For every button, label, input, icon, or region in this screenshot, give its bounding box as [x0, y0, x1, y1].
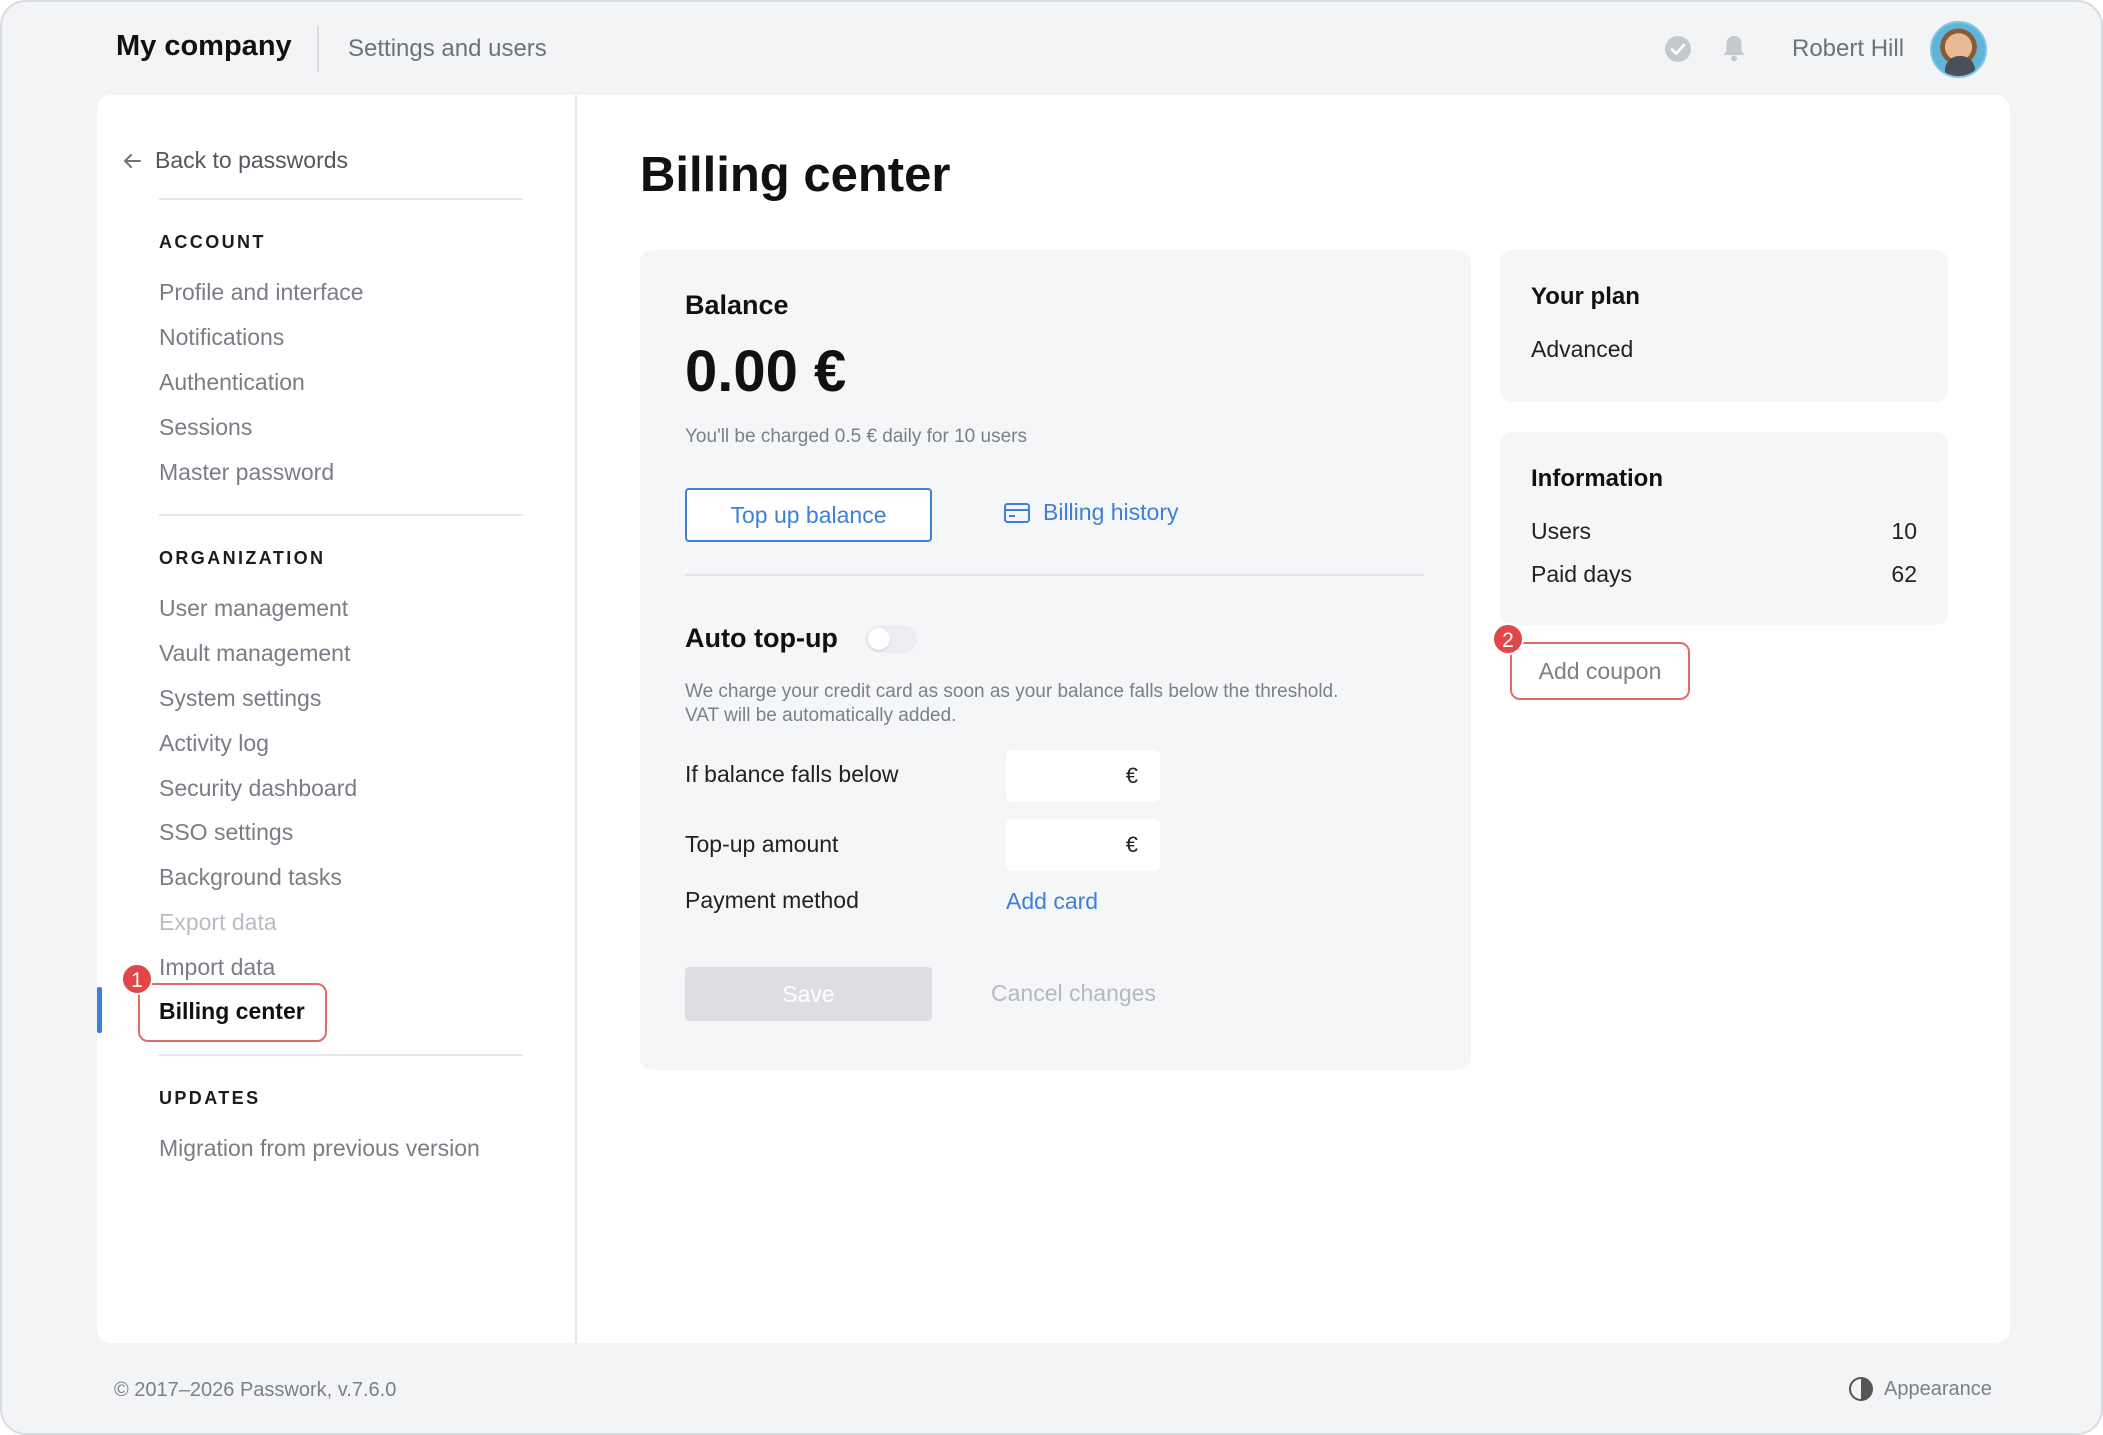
billing-history-label: Billing history — [1043, 499, 1179, 525]
step-badge-2: 2 — [1492, 623, 1524, 655]
charge-note: You'll be charged 0.5 € daily for 10 use… — [685, 426, 1027, 447]
sidebar-item-notifications[interactable]: Notifications — [159, 324, 284, 351]
balance-title: Balance — [685, 290, 789, 320]
balance-panel: Balance 0.00 € You'll be charged 0.5 € d… — [640, 250, 1471, 1070]
auto-topup-description-1: We charge your credit card as soon as yo… — [685, 681, 1339, 702]
user-name[interactable]: Robert Hill — [1792, 35, 1904, 63]
sidebar-item-background-tasks[interactable]: Background tasks — [159, 864, 342, 891]
auto-topup-description-2: VAT will be automatically added. — [685, 705, 957, 726]
panel-divider — [685, 574, 1424, 576]
sidebar-item-vault-management[interactable]: Vault management — [159, 640, 350, 667]
information-title: Information — [1531, 465, 1663, 492]
balance-amount: 0.00 € — [685, 339, 847, 404]
info-row-paid-days: Paid days 62 — [1531, 561, 1917, 588]
topup-amount-label: Top-up amount — [685, 831, 839, 857]
plan-title: Your plan — [1531, 283, 1640, 310]
add-card-link[interactable]: Add card — [1006, 888, 1098, 915]
bell-icon[interactable] — [1720, 33, 1748, 63]
group-title-updates: UPDATES — [159, 1088, 261, 1108]
contrast-icon — [1849, 1377, 1873, 1401]
information-panel: Information Users 10 Paid days 62 — [1500, 432, 1948, 625]
header-divider — [317, 26, 319, 72]
save-button[interactable]: Save — [685, 967, 932, 1021]
sidebar-item-activity-log[interactable]: Activity log — [159, 730, 269, 757]
sidebar-item-system-settings[interactable]: System settings — [159, 685, 321, 712]
check-circle-icon[interactable] — [1664, 35, 1692, 63]
info-row-users: Users 10 — [1531, 518, 1917, 545]
step-badge-1: 1 — [121, 963, 153, 995]
copyright: © 2017–2026 Passwork, v.7.6.0 — [114, 1379, 397, 1401]
group-title-organization: ORGANIZATION — [159, 548, 326, 568]
sidebar-divider — [159, 514, 523, 516]
back-to-passwords-link[interactable]: Back to passwords — [121, 147, 348, 174]
sidebar-divider — [159, 1054, 523, 1056]
sidebar-item-migration[interactable]: Migration from previous version — [159, 1135, 480, 1162]
sidebar-item-security-dashboard[interactable]: Security dashboard — [159, 775, 357, 802]
auto-topup-title: Auto top-up — [685, 623, 838, 653]
sidebar-item-user-management[interactable]: User management — [159, 595, 348, 622]
info-value: 62 — [1891, 561, 1917, 587]
plan-panel: Your plan Advanced — [1500, 250, 1948, 402]
sidebar-item-master-password[interactable]: Master password — [159, 459, 334, 486]
info-label: Paid days — [1531, 561, 1633, 587]
sidebar: Back to passwords ACCOUNT Profile and in… — [97, 95, 577, 1343]
credit-card-icon — [1004, 502, 1030, 523]
info-value: 10 — [1891, 518, 1917, 544]
add-coupon-button[interactable]: Add coupon — [1510, 642, 1690, 700]
app-window: My company Settings and users Robert Hil… — [0, 0, 2103, 1435]
sidebar-item-import-data[interactable]: Import data — [159, 954, 275, 981]
threshold-input[interactable]: € — [1006, 750, 1160, 802]
sidebar-item-billing-center[interactable]: Billing center — [159, 998, 305, 1025]
sidebar-item-profile[interactable]: Profile and interface — [159, 279, 364, 306]
active-indicator — [97, 987, 102, 1033]
payment-method-label: Payment method — [685, 887, 859, 913]
info-label: Users — [1531, 518, 1592, 544]
sidebar-item-authentication[interactable]: Authentication — [159, 369, 305, 396]
avatar[interactable] — [1930, 21, 1987, 78]
plan-name: Advanced — [1531, 336, 1634, 362]
top-bar: My company Settings and users Robert Hil… — [2, 2, 2101, 96]
sidebar-item-sessions[interactable]: Sessions — [159, 414, 252, 441]
topup-amount-input[interactable]: € — [1006, 819, 1160, 871]
section-title: Settings and users — [348, 35, 547, 62]
threshold-label: If balance falls below — [685, 761, 899, 787]
group-title-account: ACCOUNT — [159, 232, 266, 252]
appearance-label: Appearance — [1884, 1377, 1992, 1400]
sidebar-item-sso-settings[interactable]: SSO settings — [159, 819, 293, 846]
cancel-changes-button[interactable]: Cancel changes — [991, 980, 1156, 1007]
arrow-left-icon — [124, 153, 141, 168]
top-up-balance-button[interactable]: Top up balance — [685, 488, 932, 542]
auto-topup-toggle[interactable] — [865, 625, 917, 653]
main-card: Back to passwords ACCOUNT Profile and in… — [97, 95, 2010, 1343]
sidebar-divider — [159, 198, 523, 200]
sidebar-item-export-data: Export data — [159, 909, 277, 935]
company-name[interactable]: My company — [116, 30, 292, 63]
back-label: Back to passwords — [155, 147, 349, 173]
billing-history-link[interactable]: Billing history — [1003, 499, 1179, 526]
appearance-toggle[interactable]: Appearance — [1848, 1376, 1992, 1402]
page-title: Billing center — [640, 148, 951, 202]
